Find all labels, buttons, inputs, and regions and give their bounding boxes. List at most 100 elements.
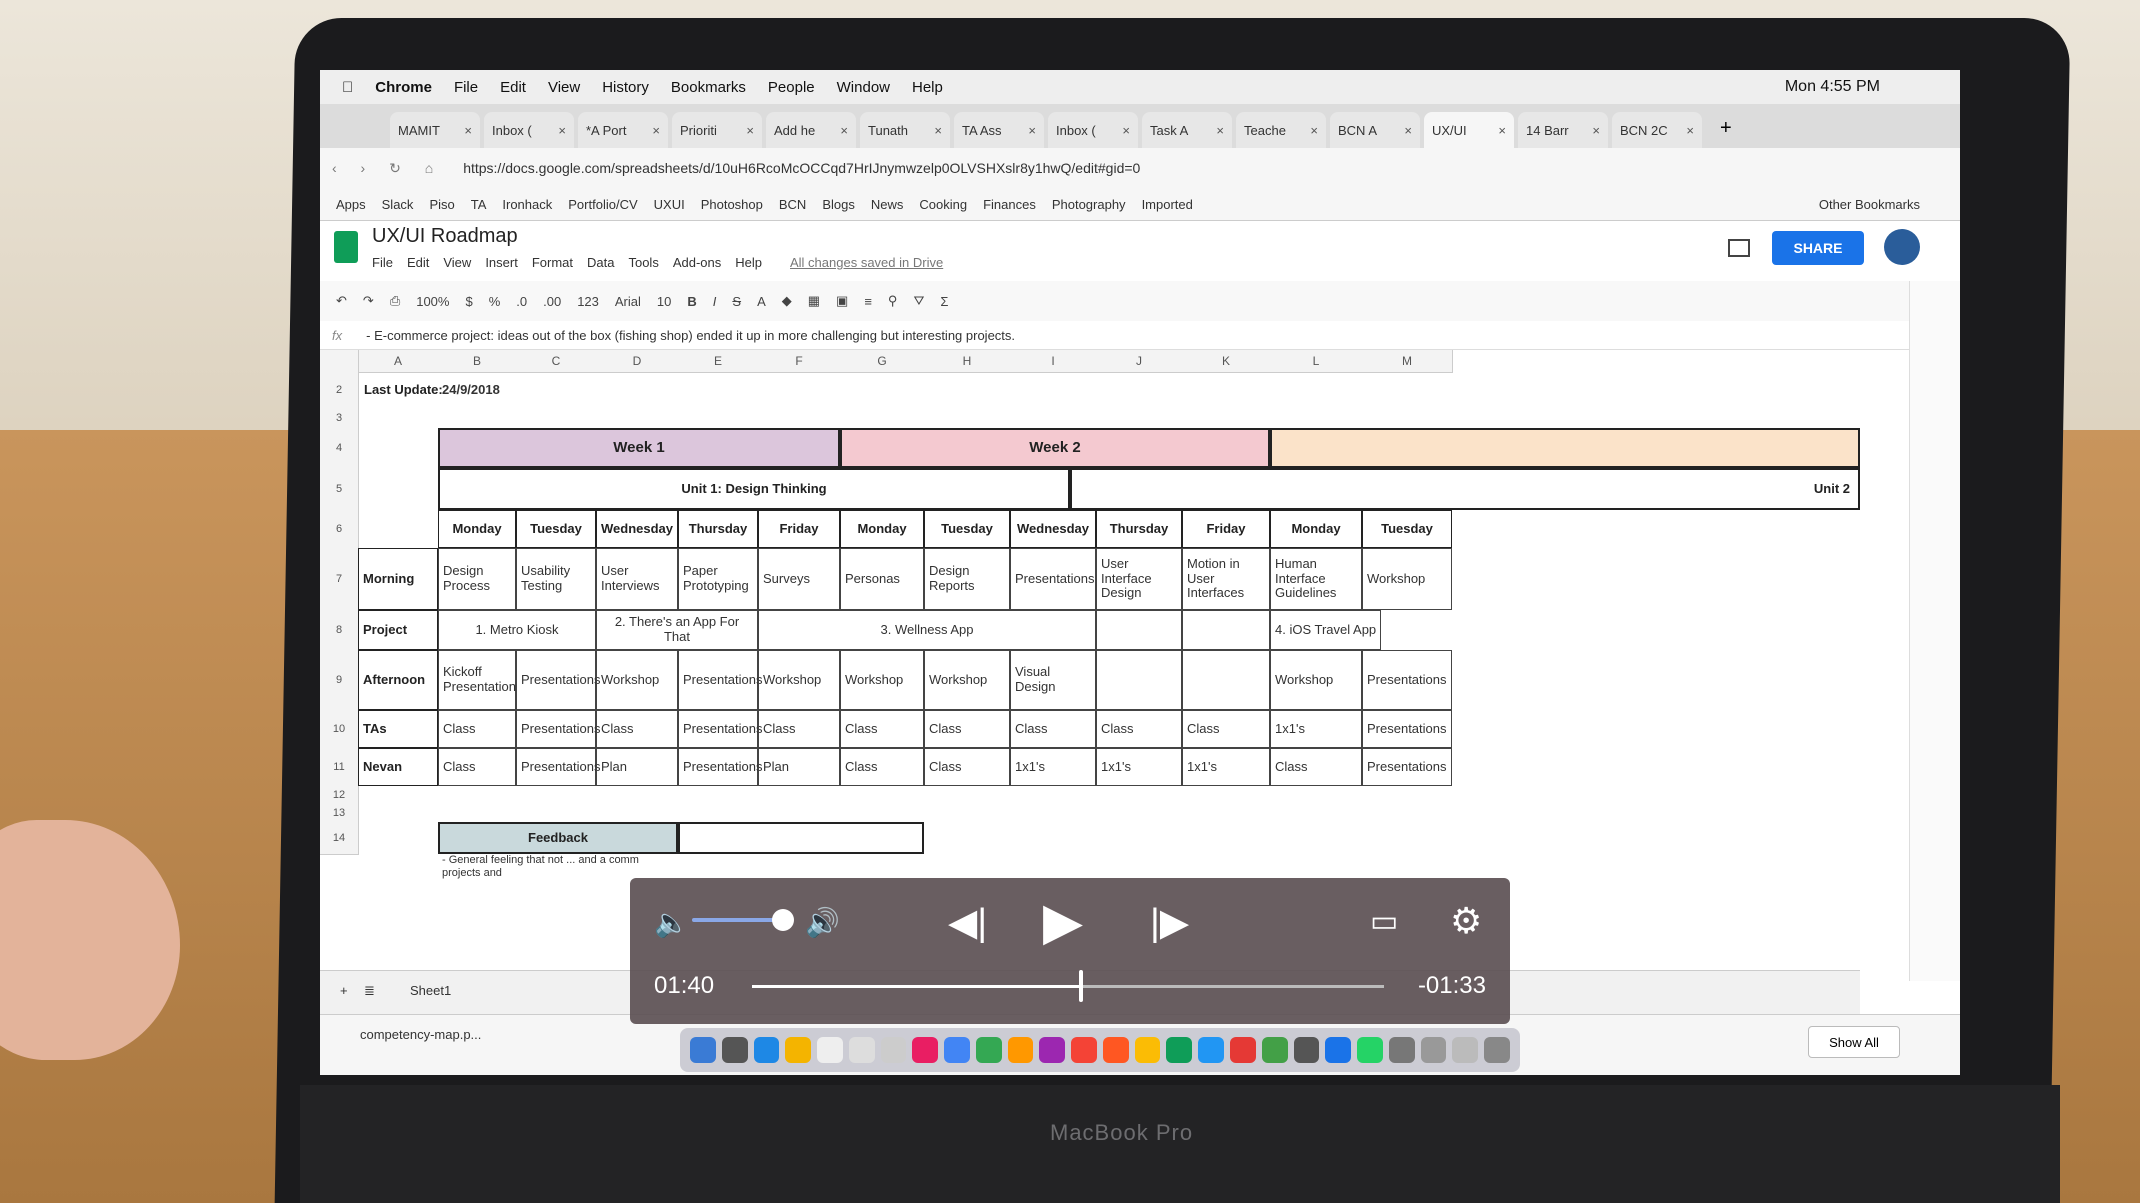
add-sheet-icon[interactable]: + [340, 983, 348, 998]
tas-cell[interactable]: Presentations [516, 710, 601, 748]
font-size-select[interactable]: 10 [657, 294, 671, 309]
close-tab-icon[interactable]: × [652, 123, 660, 138]
column-header[interactable]: E [678, 350, 759, 373]
close-tab-icon[interactable]: × [1404, 123, 1412, 138]
dock-app-icon[interactable] [880, 1037, 907, 1063]
nevan-cell[interactable]: Presentations [516, 748, 601, 786]
menu-history[interactable]: History [602, 79, 649, 96]
decrease-decimal-button[interactable]: .0 [516, 294, 527, 309]
afternoon-cell[interactable]: Workshop [924, 650, 1010, 710]
tas-cell[interactable]: Class [596, 710, 678, 748]
row-header[interactable]: 4 [320, 428, 359, 469]
dock-app-icon[interactable] [1007, 1037, 1034, 1063]
row-header[interactable]: 6 [320, 510, 359, 549]
volume-knob[interactable] [772, 909, 794, 931]
browser-tab[interactable]: MAMIT × [390, 112, 480, 148]
link-icon[interactable]: ⚲ [888, 293, 898, 309]
bookmark-item[interactable]: Apps [336, 197, 366, 212]
tas-cell[interactable]: Class [758, 710, 840, 748]
afternoon-cell[interactable]: Workshop [596, 650, 678, 710]
bookmark-item[interactable]: Portfolio/CV [568, 197, 637, 212]
bookmark-item[interactable]: News [871, 197, 904, 212]
column-header[interactable]: K [1182, 350, 1271, 373]
browser-tab[interactable]: Tunath × [860, 112, 950, 148]
column-header[interactable]: L [1270, 350, 1363, 373]
save-status[interactable]: All changes saved in Drive [790, 255, 943, 270]
bookmark-item[interactable]: Imported [1142, 197, 1193, 212]
sheets-menu-item[interactable]: View [443, 255, 471, 270]
tas-cell[interactable]: Class [1010, 710, 1096, 748]
sheets-menu-item[interactable]: Insert [485, 255, 518, 270]
dock-app-icon[interactable] [912, 1037, 939, 1063]
morning-cell[interactable]: User Interviews [596, 548, 678, 610]
borders-icon[interactable]: ▦ [808, 293, 820, 309]
afternoon-cell[interactable] [1182, 650, 1270, 710]
nevan-cell[interactable]: Plan [596, 748, 678, 786]
morning-cell[interactable]: Paper Prototyping [678, 548, 758, 610]
menu-edit[interactable]: Edit [500, 79, 526, 96]
nevan-cell[interactable]: 1x1's [1010, 748, 1096, 786]
row-header[interactable]: 7 [320, 548, 359, 611]
nevan-cell[interactable]: Class [1270, 748, 1362, 786]
row-header[interactable]: 2 [320, 372, 359, 409]
column-header[interactable]: A [358, 350, 439, 373]
column-header[interactable]: G [840, 350, 925, 373]
morning-cell[interactable]: Design Reports [924, 548, 1010, 610]
close-tab-icon[interactable]: × [746, 123, 754, 138]
percent-button[interactable]: % [489, 294, 501, 309]
project-cell[interactable]: 2. There's an App For That [596, 610, 758, 650]
sheets-menu-item[interactable]: Edit [407, 255, 429, 270]
afternoon-cell[interactable]: Visual Design [1010, 650, 1096, 710]
sheets-menu-item[interactable]: File [372, 255, 393, 270]
menubar-clock[interactable]: Mon 4:55 PM [1785, 78, 1880, 96]
sheets-menu-item[interactable]: Data [587, 255, 614, 270]
functions-button[interactable]: Σ [940, 294, 948, 309]
volume-high-icon[interactable]: 🔊 [805, 906, 840, 939]
nevan-cell[interactable]: Class [840, 748, 924, 786]
number-format-select[interactable]: 123 [577, 294, 599, 309]
close-tab-icon[interactable]: × [934, 123, 942, 138]
all-sheets-icon[interactable]: ≣ [364, 983, 375, 999]
browser-tab[interactable]: 14 Barr × [1518, 112, 1608, 148]
sheets-menu-item[interactable]: Help [735, 255, 762, 270]
project-cell-empty[interactable] [1182, 610, 1270, 650]
dock-app-icon[interactable] [721, 1037, 748, 1063]
row-header[interactable]: 13 [320, 804, 359, 823]
nevan-cell[interactable]: Class [924, 748, 1010, 786]
airplay-icon[interactable]: ▭ [1370, 904, 1398, 939]
menu-window[interactable]: Window [837, 79, 890, 96]
bookmark-item[interactable]: TA [471, 197, 487, 212]
volume-low-icon[interactable]: 🔈 [654, 906, 689, 939]
download-item[interactable]: competency-map.p... [360, 1027, 481, 1042]
morning-cell[interactable]: Usability Testing [516, 548, 596, 610]
dock-app-icon[interactable] [1293, 1037, 1320, 1063]
close-tab-icon[interactable]: × [1310, 123, 1318, 138]
afternoon-cell[interactable] [1096, 650, 1182, 710]
browser-tab[interactable]: Prioriti × [672, 112, 762, 148]
row-header[interactable]: 10 [320, 710, 359, 749]
column-header[interactable]: H [924, 350, 1011, 373]
new-tab-icon[interactable]: + [1720, 117, 1732, 140]
column-header[interactable]: M [1362, 350, 1453, 373]
dock-app-icon[interactable] [690, 1037, 716, 1063]
bookmark-item[interactable]: Cooking [919, 197, 967, 212]
formula-input[interactable]: - E-commerce project: ideas out of the b… [366, 328, 1015, 343]
progress-scrubber[interactable] [1078, 970, 1083, 1002]
dock-app-icon[interactable] [1230, 1037, 1256, 1063]
menu-file[interactable]: File [454, 79, 478, 96]
tas-cell[interactable]: Presentations [678, 710, 763, 748]
morning-cell[interactable]: Personas [840, 548, 924, 610]
sheets-logo-icon[interactable] [334, 231, 358, 263]
menu-people[interactable]: People [768, 79, 815, 96]
close-tab-icon[interactable]: × [1028, 123, 1036, 138]
sheets-menu-item[interactable]: Tools [628, 255, 658, 270]
dock-app-icon[interactable] [817, 1037, 843, 1063]
browser-tab[interactable]: UX/UI × [1424, 112, 1514, 148]
url-field[interactable]: https://docs.google.com/spreadsheets/d/1… [463, 160, 1140, 176]
morning-cell[interactable]: Surveys [758, 548, 840, 610]
play-icon[interactable]: ▶ [1043, 892, 1083, 952]
afternoon-cell[interactable]: Workshop [758, 650, 840, 710]
dock-app-icon[interactable] [1166, 1037, 1193, 1063]
dock-app-icon[interactable] [1134, 1037, 1161, 1063]
close-tab-icon[interactable]: × [1686, 123, 1694, 138]
